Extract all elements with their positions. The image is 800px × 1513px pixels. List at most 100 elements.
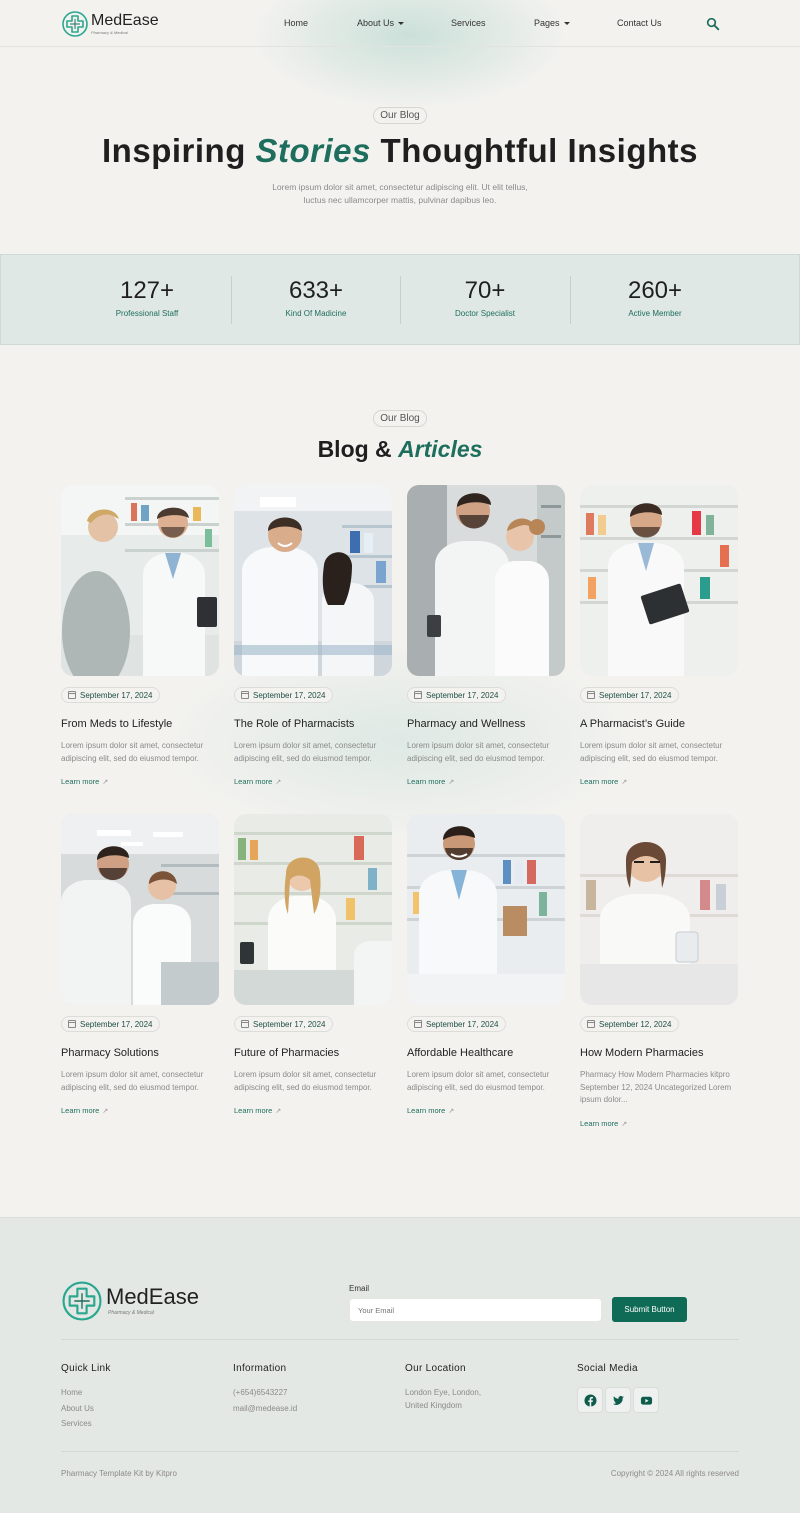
nav-item-pages[interactable]: Pages — [534, 18, 570, 28]
post-title[interactable]: How Modern Pharmacies — [580, 1047, 750, 1059]
youtube-button[interactable] — [633, 1387, 659, 1413]
blog-card-image[interactable] — [580, 485, 738, 676]
section-glow — [160, 640, 640, 840]
post-excerpt: Lorem ipsum dolor sit amet, consectetur … — [407, 741, 550, 763]
blog-card-image[interactable] — [61, 814, 219, 1005]
blog-card[interactable]: September 17, 2024 A Pharmacist’s Guide … — [580, 485, 738, 786]
blog-title-accent: Articles — [398, 436, 483, 462]
learn-more-label: Learn more — [407, 1106, 446, 1115]
learn-more-label: Learn more — [580, 777, 619, 786]
blog-card-image[interactable] — [580, 814, 738, 1005]
arrow-up-right-icon: ↗ — [275, 779, 282, 786]
stat-value: 260+ — [627, 277, 683, 304]
post-date: September 17, 2024 — [426, 691, 499, 700]
youtube-icon — [640, 1396, 653, 1405]
learn-more-link[interactable]: Learn more ↗ — [61, 1106, 108, 1115]
social-media-heading: Social Media — [577, 1363, 638, 1374]
nav-item-services[interactable]: Services — [451, 18, 486, 28]
learn-more-link[interactable]: Learn more ↗ — [580, 1119, 627, 1128]
footer-brand-name: MedEase — [106, 1284, 199, 1309]
hero-title: Inspiring Stories Thoughtful Insights — [0, 132, 800, 170]
stat-active-member: 260+ Active Member — [570, 255, 740, 346]
footer-link-home[interactable]: Home — [61, 1388, 82, 1397]
nav-item-about-us[interactable]: About Us — [357, 18, 405, 28]
post-title[interactable]: A Pharmacist’s Guide — [580, 718, 750, 730]
calendar-icon — [587, 691, 595, 699]
email-field[interactable] — [349, 1298, 602, 1322]
blog-card[interactable]: September 17, 2024 From Meds to Lifestyl… — [61, 485, 219, 786]
nav-item-pages-label: Pages — [534, 18, 560, 28]
information-heading: Information — [233, 1363, 287, 1374]
post-title[interactable]: Affordable Healthcare — [407, 1047, 577, 1059]
learn-more-link[interactable]: Learn more ↗ — [407, 777, 454, 786]
learn-more-link[interactable]: Learn more ↗ — [407, 1106, 454, 1115]
learn-more-label: Learn more — [234, 1106, 273, 1115]
blog-card[interactable]: September 17, 2024 Affordable Healthcare… — [407, 814, 565, 1115]
calendar-icon — [414, 691, 422, 699]
template-credit: Pharmacy Template Kit by Kitpro — [61, 1469, 177, 1478]
footer-bottom-divider — [61, 1451, 739, 1452]
post-title[interactable]: Pharmacy and Wellness — [407, 718, 577, 730]
blog-card[interactable]: September 17, 2024 Future of Pharmacies … — [234, 814, 392, 1115]
learn-more-link[interactable]: Learn more ↗ — [61, 777, 108, 786]
twitter-button[interactable] — [605, 1387, 631, 1413]
post-title[interactable]: The Role of Pharmacists — [234, 718, 404, 730]
arrow-up-right-icon: ↗ — [102, 1108, 109, 1115]
footer-brand-logo[interactable]: MedEase Pharmacy & Medical — [62, 1281, 199, 1321]
post-date: September 17, 2024 — [253, 691, 326, 700]
pharmacist-photo — [580, 814, 738, 1005]
stat-value: 127+ — [119, 277, 175, 304]
footer-link-services[interactable]: Services — [61, 1419, 92, 1428]
email-address-link[interactable]: mail@medease.id — [233, 1404, 297, 1413]
post-excerpt: Lorem ipsum dolor sit amet, consectetur … — [234, 741, 377, 763]
footer-brand-tagline: Pharmacy & Medical — [108, 1310, 154, 1316]
calendar-icon — [241, 691, 249, 699]
blog-card-image[interactable] — [234, 814, 392, 1005]
blog-card[interactable]: September 17, 2024 Pharmacy Solutions Lo… — [61, 814, 219, 1115]
post-excerpt: Pharmacy How Modern Pharmacies kitpro Se… — [580, 1070, 732, 1104]
stat-doctor-specialist: 70+ Doctor Specialist — [400, 255, 570, 346]
pharmacist-photo — [234, 485, 392, 676]
blog-card[interactable]: September 17, 2024 The Role of Pharmacis… — [234, 485, 392, 786]
pharmacist-photo — [407, 814, 565, 1005]
date-chip: September 17, 2024 — [407, 687, 506, 703]
blog-card[interactable]: September 12, 2024 How Modern Pharmacies… — [580, 814, 738, 1128]
blog-section-title: Blog & Articles — [0, 436, 800, 463]
nav-item-home[interactable]: Home — [284, 18, 308, 28]
post-title[interactable]: Future of Pharmacies — [234, 1047, 404, 1059]
learn-more-link[interactable]: Learn more ↗ — [580, 777, 627, 786]
facebook-icon — [584, 1394, 597, 1407]
nav-item-contact-us[interactable]: Contact Us — [617, 18, 662, 28]
chevron-down-icon — [563, 22, 570, 26]
blog-card-image[interactable] — [407, 485, 565, 676]
blog-card-image[interactable] — [61, 485, 219, 676]
stat-value: 633+ — [288, 277, 344, 304]
blog-card-image[interactable] — [407, 814, 565, 1005]
blog-card-image[interactable] — [234, 485, 392, 676]
facebook-button[interactable] — [577, 1387, 603, 1413]
learn-more-link[interactable]: Learn more ↗ — [234, 777, 281, 786]
learn-more-link[interactable]: Learn more ↗ — [234, 1106, 281, 1115]
site-footer: MedEase Pharmacy & Medical Email Submit … — [0, 1217, 800, 1513]
date-chip: September 17, 2024 — [234, 1016, 333, 1032]
blog-badge: Our Blog — [373, 410, 427, 427]
blog-card[interactable]: September 17, 2024 Pharmacy and Wellness… — [407, 485, 565, 786]
hero-title-start: Inspiring — [102, 132, 256, 169]
date-chip: September 17, 2024 — [61, 687, 160, 703]
site-header: MedEase Pharmacy & Medical Home About Us… — [0, 0, 800, 47]
calendar-icon — [68, 691, 76, 699]
learn-more-label: Learn more — [61, 1106, 100, 1115]
search-icon[interactable] — [706, 17, 720, 31]
date-chip: September 17, 2024 — [61, 1016, 160, 1032]
post-title[interactable]: From Meds to Lifestyle — [61, 718, 231, 730]
post-date: September 17, 2024 — [80, 1020, 153, 1029]
location-heading: Our Location — [405, 1363, 466, 1374]
copyright: Copyright © 2024 All rights reserved — [610, 1469, 739, 1478]
post-excerpt: Lorem ipsum dolor sit amet, consectetur … — [580, 741, 723, 763]
submit-button[interactable]: Submit Button — [612, 1297, 687, 1322]
footer-link-about-us[interactable]: About Us — [61, 1404, 94, 1413]
post-date: September 17, 2024 — [253, 1020, 326, 1029]
post-title[interactable]: Pharmacy Solutions — [61, 1047, 231, 1059]
learn-more-label: Learn more — [407, 777, 446, 786]
nav-item-about-us-label: About Us — [357, 18, 395, 28]
